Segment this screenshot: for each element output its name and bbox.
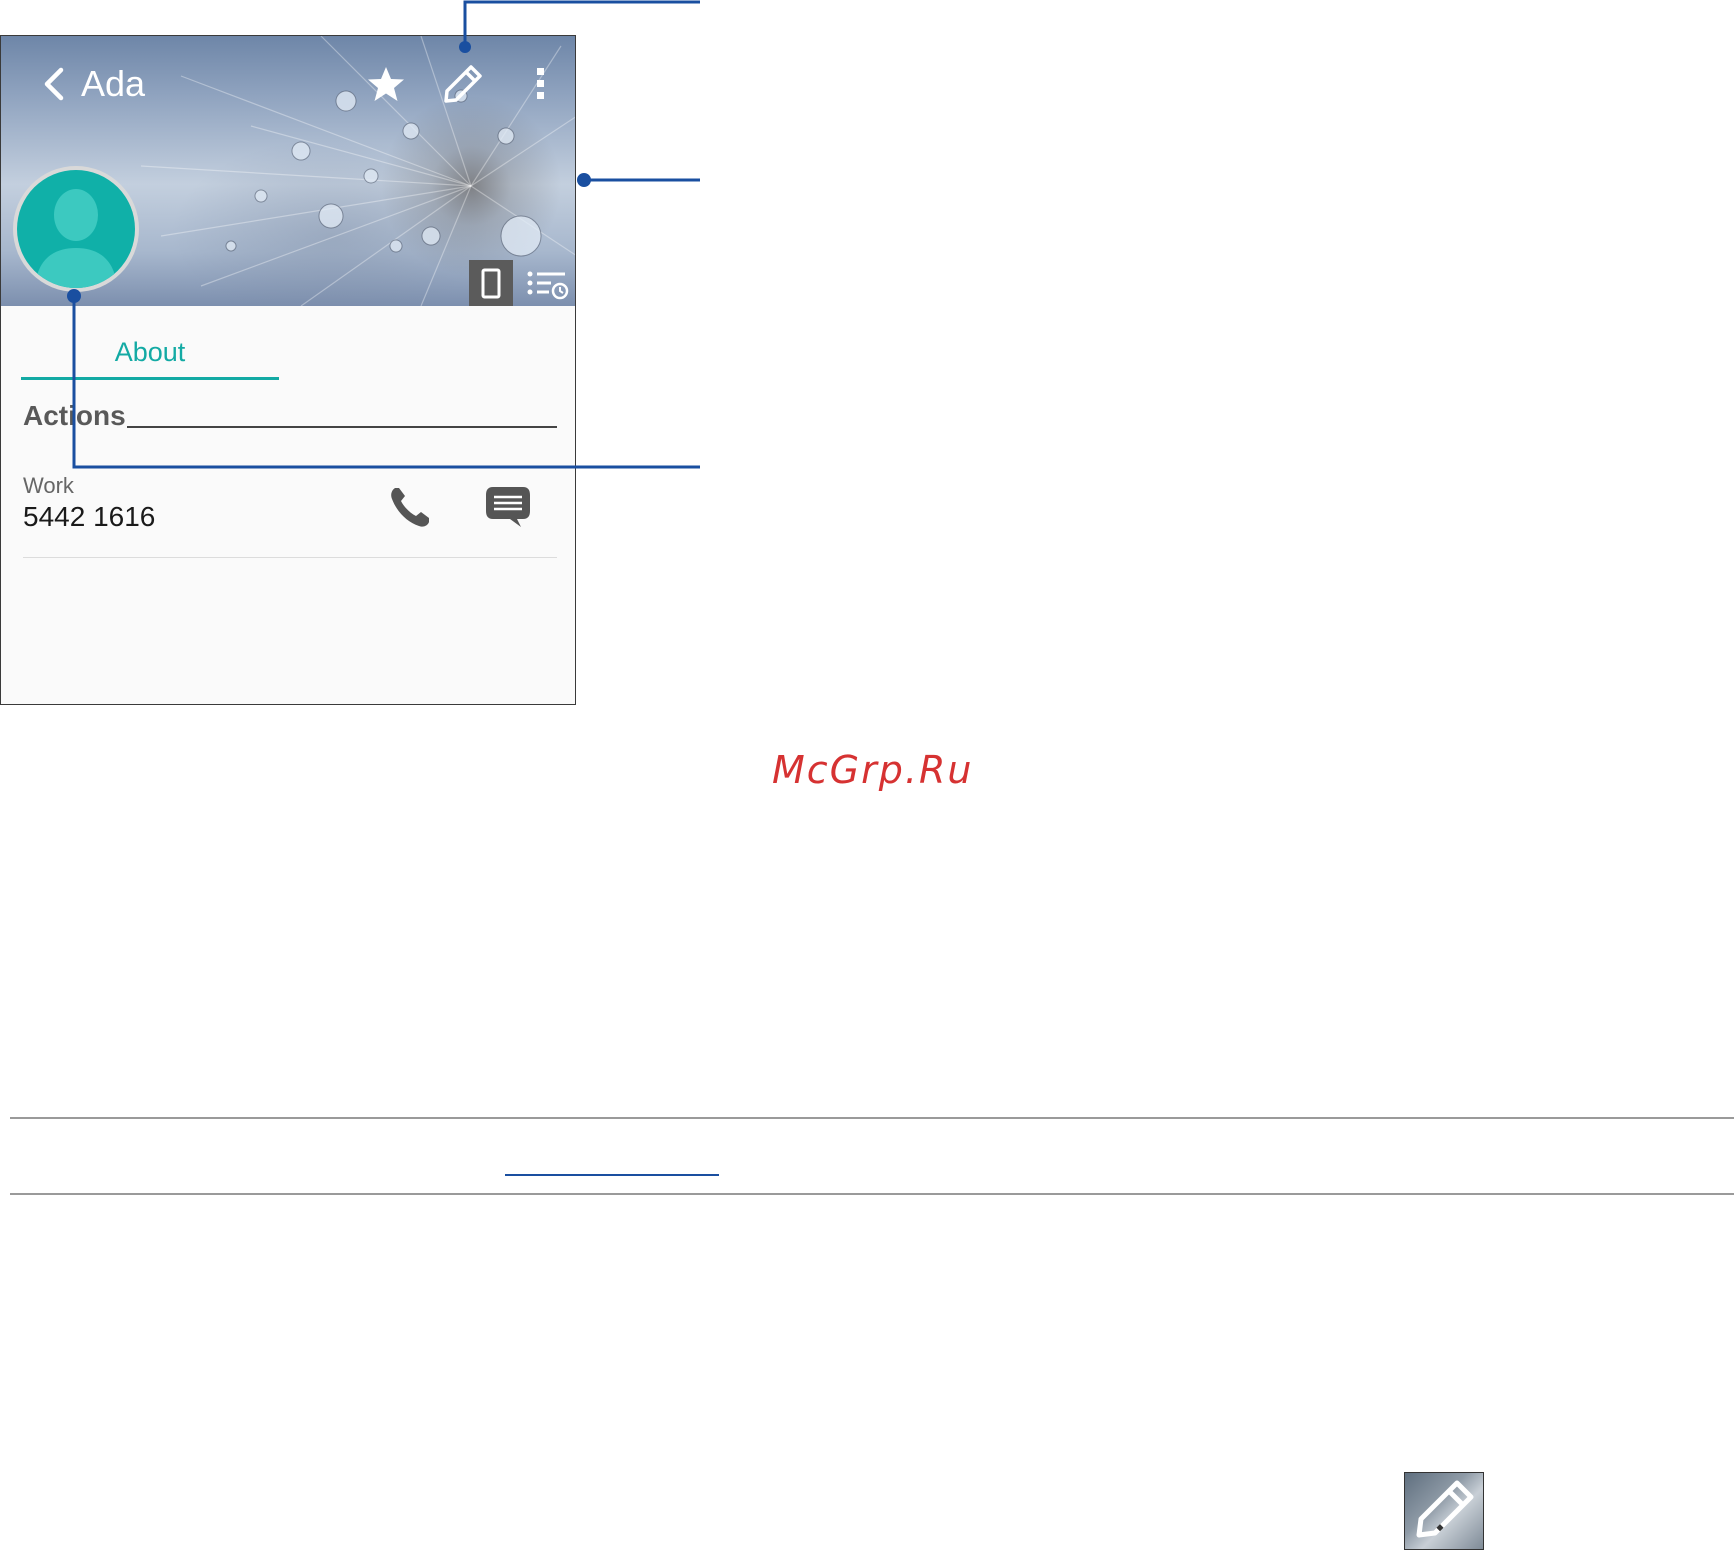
watermark-text: McGrp.Ru	[772, 748, 974, 792]
note-link-underline[interactable]	[505, 1174, 719, 1176]
person-silhouette-icon	[35, 189, 117, 288]
contact-details-screen: Ada About Actions Work 5442 1616	[0, 35, 576, 705]
phone-number[interactable]: 5442 1616	[23, 501, 155, 533]
phone-icon	[481, 268, 501, 299]
section-divider	[127, 426, 557, 428]
phone-type-label: Work	[23, 473, 74, 498]
favorite-button[interactable]	[364, 62, 408, 106]
contact-avatar[interactable]	[13, 166, 139, 292]
call-button[interactable]	[385, 482, 435, 532]
call-icon	[391, 488, 429, 527]
device-contact-button[interactable]	[469, 260, 513, 306]
edit-icon-thumbnail	[1404, 1472, 1484, 1550]
message-button[interactable]	[483, 482, 533, 532]
contact-name-title: Ada	[81, 63, 146, 104]
call-history-icon	[527, 271, 569, 300]
more-options-button[interactable]	[519, 62, 563, 106]
overflow-menu-icon	[537, 68, 544, 99]
note-bottom-rule	[10, 1193, 1734, 1195]
back-button[interactable]	[39, 64, 69, 104]
call-history-button[interactable]	[519, 260, 575, 306]
contact-cover-header: Ada	[1, 36, 575, 306]
message-icon	[486, 487, 530, 527]
star-icon	[368, 67, 404, 101]
pencil-icon	[1416, 1480, 1474, 1538]
tab-about[interactable]: About	[21, 324, 279, 380]
back-chevron-icon	[44, 67, 64, 101]
row-divider	[23, 557, 557, 558]
note-top-rule	[10, 1117, 1734, 1119]
section-title-actions: Actions	[23, 400, 126, 431]
pencil-icon	[444, 65, 482, 103]
edit-contact-button[interactable]	[441, 62, 485, 106]
